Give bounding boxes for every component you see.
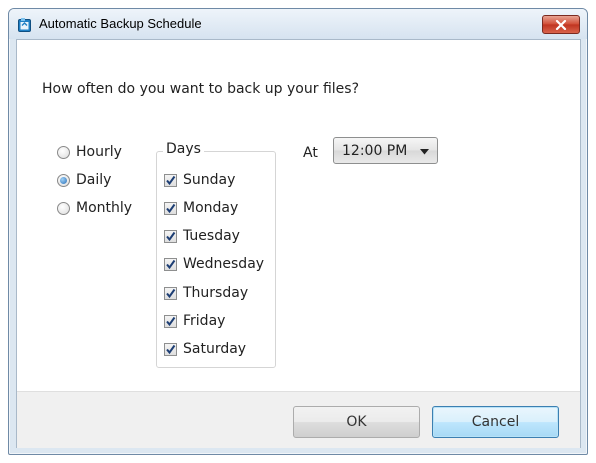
- title-bar[interactable]: Automatic Backup Schedule: [9, 9, 587, 39]
- checkmark-icon: [166, 316, 176, 326]
- checkbox[interactable]: [164, 342, 177, 356]
- checkmark-icon: [166, 288, 176, 298]
- radio-button[interactable]: [57, 145, 70, 159]
- prompt-text: How often do you want to back up your fi…: [42, 81, 359, 97]
- checkmark-icon: [166, 231, 176, 241]
- checkbox-label: Monday: [183, 200, 239, 216]
- checkbox-tuesday[interactable]: Tuesday: [164, 226, 240, 246]
- radio-button[interactable]: [57, 173, 70, 187]
- checkbox-label: Friday: [183, 313, 226, 329]
- radio-daily[interactable]: Daily: [57, 170, 111, 190]
- radio-hourly[interactable]: Hourly: [57, 142, 122, 162]
- checkbox-monday[interactable]: Monday: [164, 198, 238, 218]
- checkbox-label: Saturday: [183, 341, 247, 357]
- checkmark-icon: [166, 175, 176, 185]
- dropdown-arrow-icon: [420, 143, 429, 159]
- checkmark-icon: [166, 344, 176, 354]
- checkbox-friday[interactable]: Friday: [164, 311, 225, 331]
- backup-app-icon: [18, 17, 32, 32]
- radio-button[interactable]: [57, 201, 70, 215]
- checkbox[interactable]: [164, 201, 177, 215]
- close-button[interactable]: [542, 15, 580, 34]
- checkbox-label: Wednesday: [183, 256, 265, 272]
- checkbox[interactable]: [164, 257, 177, 271]
- time-dropdown[interactable]: 12:00 PM: [333, 137, 438, 164]
- checkbox-label: Sunday: [183, 172, 236, 188]
- checkbox[interactable]: [164, 286, 177, 300]
- checkmark-icon: [166, 259, 176, 269]
- window-title: Automatic Backup Schedule: [39, 16, 202, 31]
- checkbox-thursday[interactable]: Thursday: [164, 283, 248, 303]
- radio-label: Daily: [76, 172, 112, 188]
- radio-label: Monthly: [76, 200, 133, 216]
- dialog-window: Automatic Backup Schedule How often do y…: [8, 8, 588, 455]
- dialog-content: How often do you want to back up your fi…: [16, 39, 581, 448]
- radio-label: Hourly: [76, 144, 122, 160]
- checkbox-wednesday[interactable]: Wednesday: [164, 254, 264, 274]
- time-label: At: [303, 145, 318, 161]
- checkmark-icon: [166, 203, 176, 213]
- checkbox-saturday[interactable]: Saturday: [164, 339, 246, 359]
- radio-monthly[interactable]: Monthly: [57, 198, 132, 218]
- checkbox[interactable]: [164, 229, 177, 243]
- button-bar: OK Cancel: [17, 391, 580, 448]
- ok-button[interactable]: OK: [293, 406, 420, 438]
- checkbox-sunday[interactable]: Sunday: [164, 170, 235, 190]
- checkbox[interactable]: [164, 314, 177, 328]
- time-dropdown-value: 12:00 PM: [342, 142, 408, 159]
- checkbox-label: Thursday: [183, 285, 249, 301]
- checkbox-label: Tuesday: [183, 228, 240, 244]
- days-group-legend: Days: [163, 141, 204, 157]
- cancel-button[interactable]: Cancel: [432, 406, 559, 438]
- checkbox[interactable]: [164, 173, 177, 187]
- close-icon: [555, 15, 567, 34]
